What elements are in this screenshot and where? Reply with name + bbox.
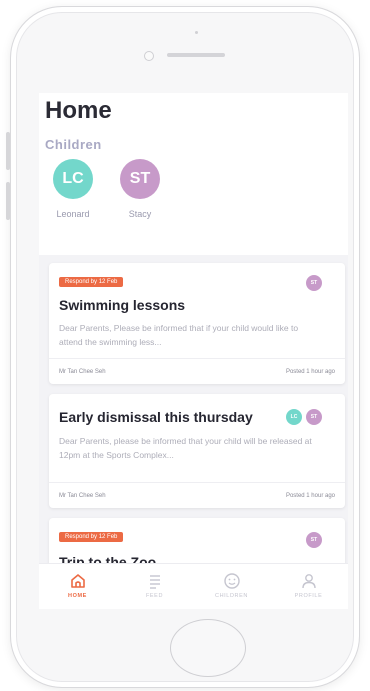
- feed-card-swimming-lessons[interactable]: Respond by 12 Feb ST Swimming lessons De…: [49, 263, 345, 384]
- card-author: Mr Tan Chee Seh: [59, 493, 106, 499]
- bottom-tab-bar: HOME FEED CHILDREN PROFILE: [39, 563, 348, 609]
- tab-feed[interactable]: FEED: [116, 564, 193, 609]
- card-title: Early dismissal this thursday: [59, 409, 253, 425]
- feed-icon: [149, 575, 160, 589]
- children-heading: Children: [45, 137, 102, 152]
- person-icon: [301, 574, 316, 589]
- child-tag-st: ST: [306, 275, 322, 291]
- child-name: Stacy: [128, 209, 152, 219]
- home-icon: [70, 574, 85, 588]
- card-posted-time: Posted 1 hour ago: [285, 369, 335, 375]
- child-tag-st: ST: [306, 409, 322, 425]
- card-divider: [49, 358, 345, 359]
- card-posted-time: Posted 1 hour ago: [285, 493, 335, 499]
- feed-list: Respond by 12 Feb ST Swimming lessons De…: [49, 263, 345, 608]
- child-stacy[interactable]: ST Stacy: [110, 159, 170, 219]
- avatar: LC: [53, 159, 93, 199]
- card-body: Dear Parents, please be informed that yo…: [59, 436, 312, 460]
- avatar: ST: [120, 159, 160, 199]
- front-camera: [144, 51, 154, 61]
- tab-home[interactable]: HOME: [39, 564, 116, 609]
- earpiece-speaker: [167, 53, 225, 57]
- tab-label: PROFILE: [294, 593, 323, 599]
- tab-label: HOME: [68, 593, 87, 599]
- tab-label: CHILDREN: [215, 593, 248, 599]
- tab-children[interactable]: CHILDREN: [193, 564, 270, 609]
- tab-profile[interactable]: PROFILE: [270, 564, 347, 609]
- child-name: Leonard: [56, 209, 90, 219]
- card-author: Mr Tan Chee Seh: [59, 369, 106, 375]
- child-leonard[interactable]: LC Leonard: [43, 159, 103, 219]
- card-divider: [49, 482, 345, 483]
- respond-by-badge: Respond by 12 Feb: [59, 277, 124, 287]
- tab-label: FEED: [145, 593, 164, 599]
- page-title: Home: [45, 97, 112, 124]
- child-tag-lc: LC: [286, 409, 302, 425]
- proximity-sensor: [195, 31, 198, 34]
- feed-card-early-dismissal[interactable]: Early dismissal this thursday LC ST Dear…: [49, 394, 345, 508]
- child-tag-st: ST: [306, 532, 322, 548]
- smiley-icon: [223, 573, 240, 589]
- app-screen: Home Children LC Leonard ST Stacy Respon…: [39, 93, 348, 609]
- volume-down-button: [6, 182, 10, 220]
- card-body: Dear Parents, Please be informed that if…: [59, 323, 299, 347]
- volume-up-button: [6, 132, 10, 170]
- card-title: Swimming lessons: [59, 297, 186, 313]
- header-section: Home Children LC Leonard ST Stacy: [39, 93, 348, 255]
- hardware-home-button[interactable]: [170, 619, 246, 677]
- respond-by-badge: Respond by 12 Feb: [59, 532, 124, 542]
